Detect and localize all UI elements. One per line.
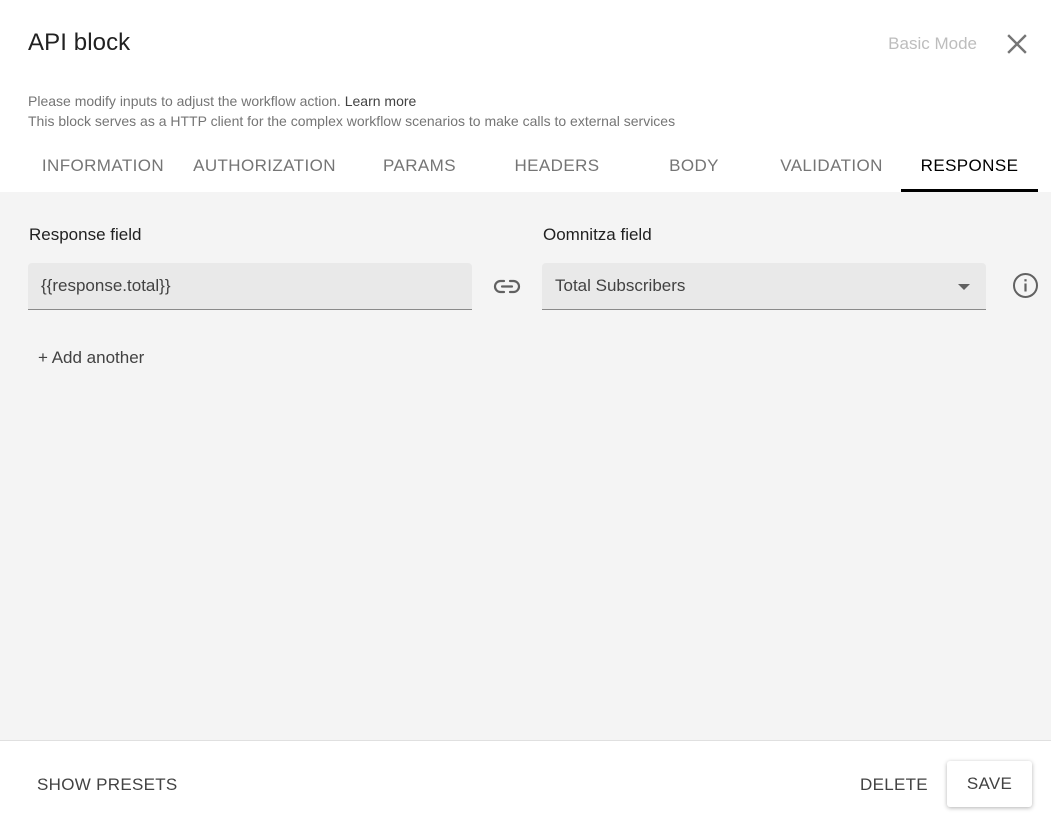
- tab-information[interactable]: INFORMATION: [28, 140, 178, 192]
- tab-body[interactable]: BODY: [640, 140, 748, 192]
- response-panel: Response field Oomnitza field {{response…: [0, 192, 1051, 741]
- api-block-dialog: API block Basic Mode Please modify input…: [0, 0, 1051, 820]
- dropdown-arrow-icon: [958, 284, 970, 290]
- oomnitza-field-value: Total Subscribers: [555, 276, 686, 295]
- response-field-input[interactable]: {{response.total}}: [28, 263, 472, 310]
- dialog-title: API block: [28, 29, 131, 56]
- learn-more-link[interactable]: Learn more: [345, 93, 417, 109]
- show-presets-button[interactable]: SHOW PRESETS: [37, 775, 178, 795]
- description-line-2: This block serves as a HTTP client for t…: [28, 113, 676, 129]
- oomnitza-field-select[interactable]: Total Subscribers: [542, 263, 986, 310]
- tab-bar: INFORMATION AUTHORIZATION PARAMS HEADERS…: [0, 140, 1051, 192]
- tab-headers[interactable]: HEADERS: [497, 140, 617, 192]
- description-text: Please modify inputs to adjust the workf…: [28, 93, 341, 109]
- description-line-1: Please modify inputs to adjust the workf…: [28, 93, 416, 109]
- info-icon[interactable]: [1012, 272, 1039, 299]
- tab-authorization[interactable]: AUTHORIZATION: [186, 140, 343, 192]
- tab-validation[interactable]: VALIDATION: [767, 140, 896, 192]
- delete-button[interactable]: DELETE: [860, 775, 928, 795]
- basic-mode-toggle[interactable]: Basic Mode: [888, 34, 977, 54]
- link-icon: [493, 279, 521, 294]
- tab-response[interactable]: RESPONSE: [901, 140, 1038, 192]
- save-button[interactable]: SAVE: [947, 761, 1032, 807]
- response-field-label: Response field: [29, 225, 142, 244]
- tab-params[interactable]: PARAMS: [362, 140, 477, 192]
- close-icon[interactable]: [1003, 30, 1031, 58]
- oomnitza-field-label: Oomnitza field: [543, 225, 652, 244]
- add-another-button[interactable]: + Add another: [38, 348, 144, 368]
